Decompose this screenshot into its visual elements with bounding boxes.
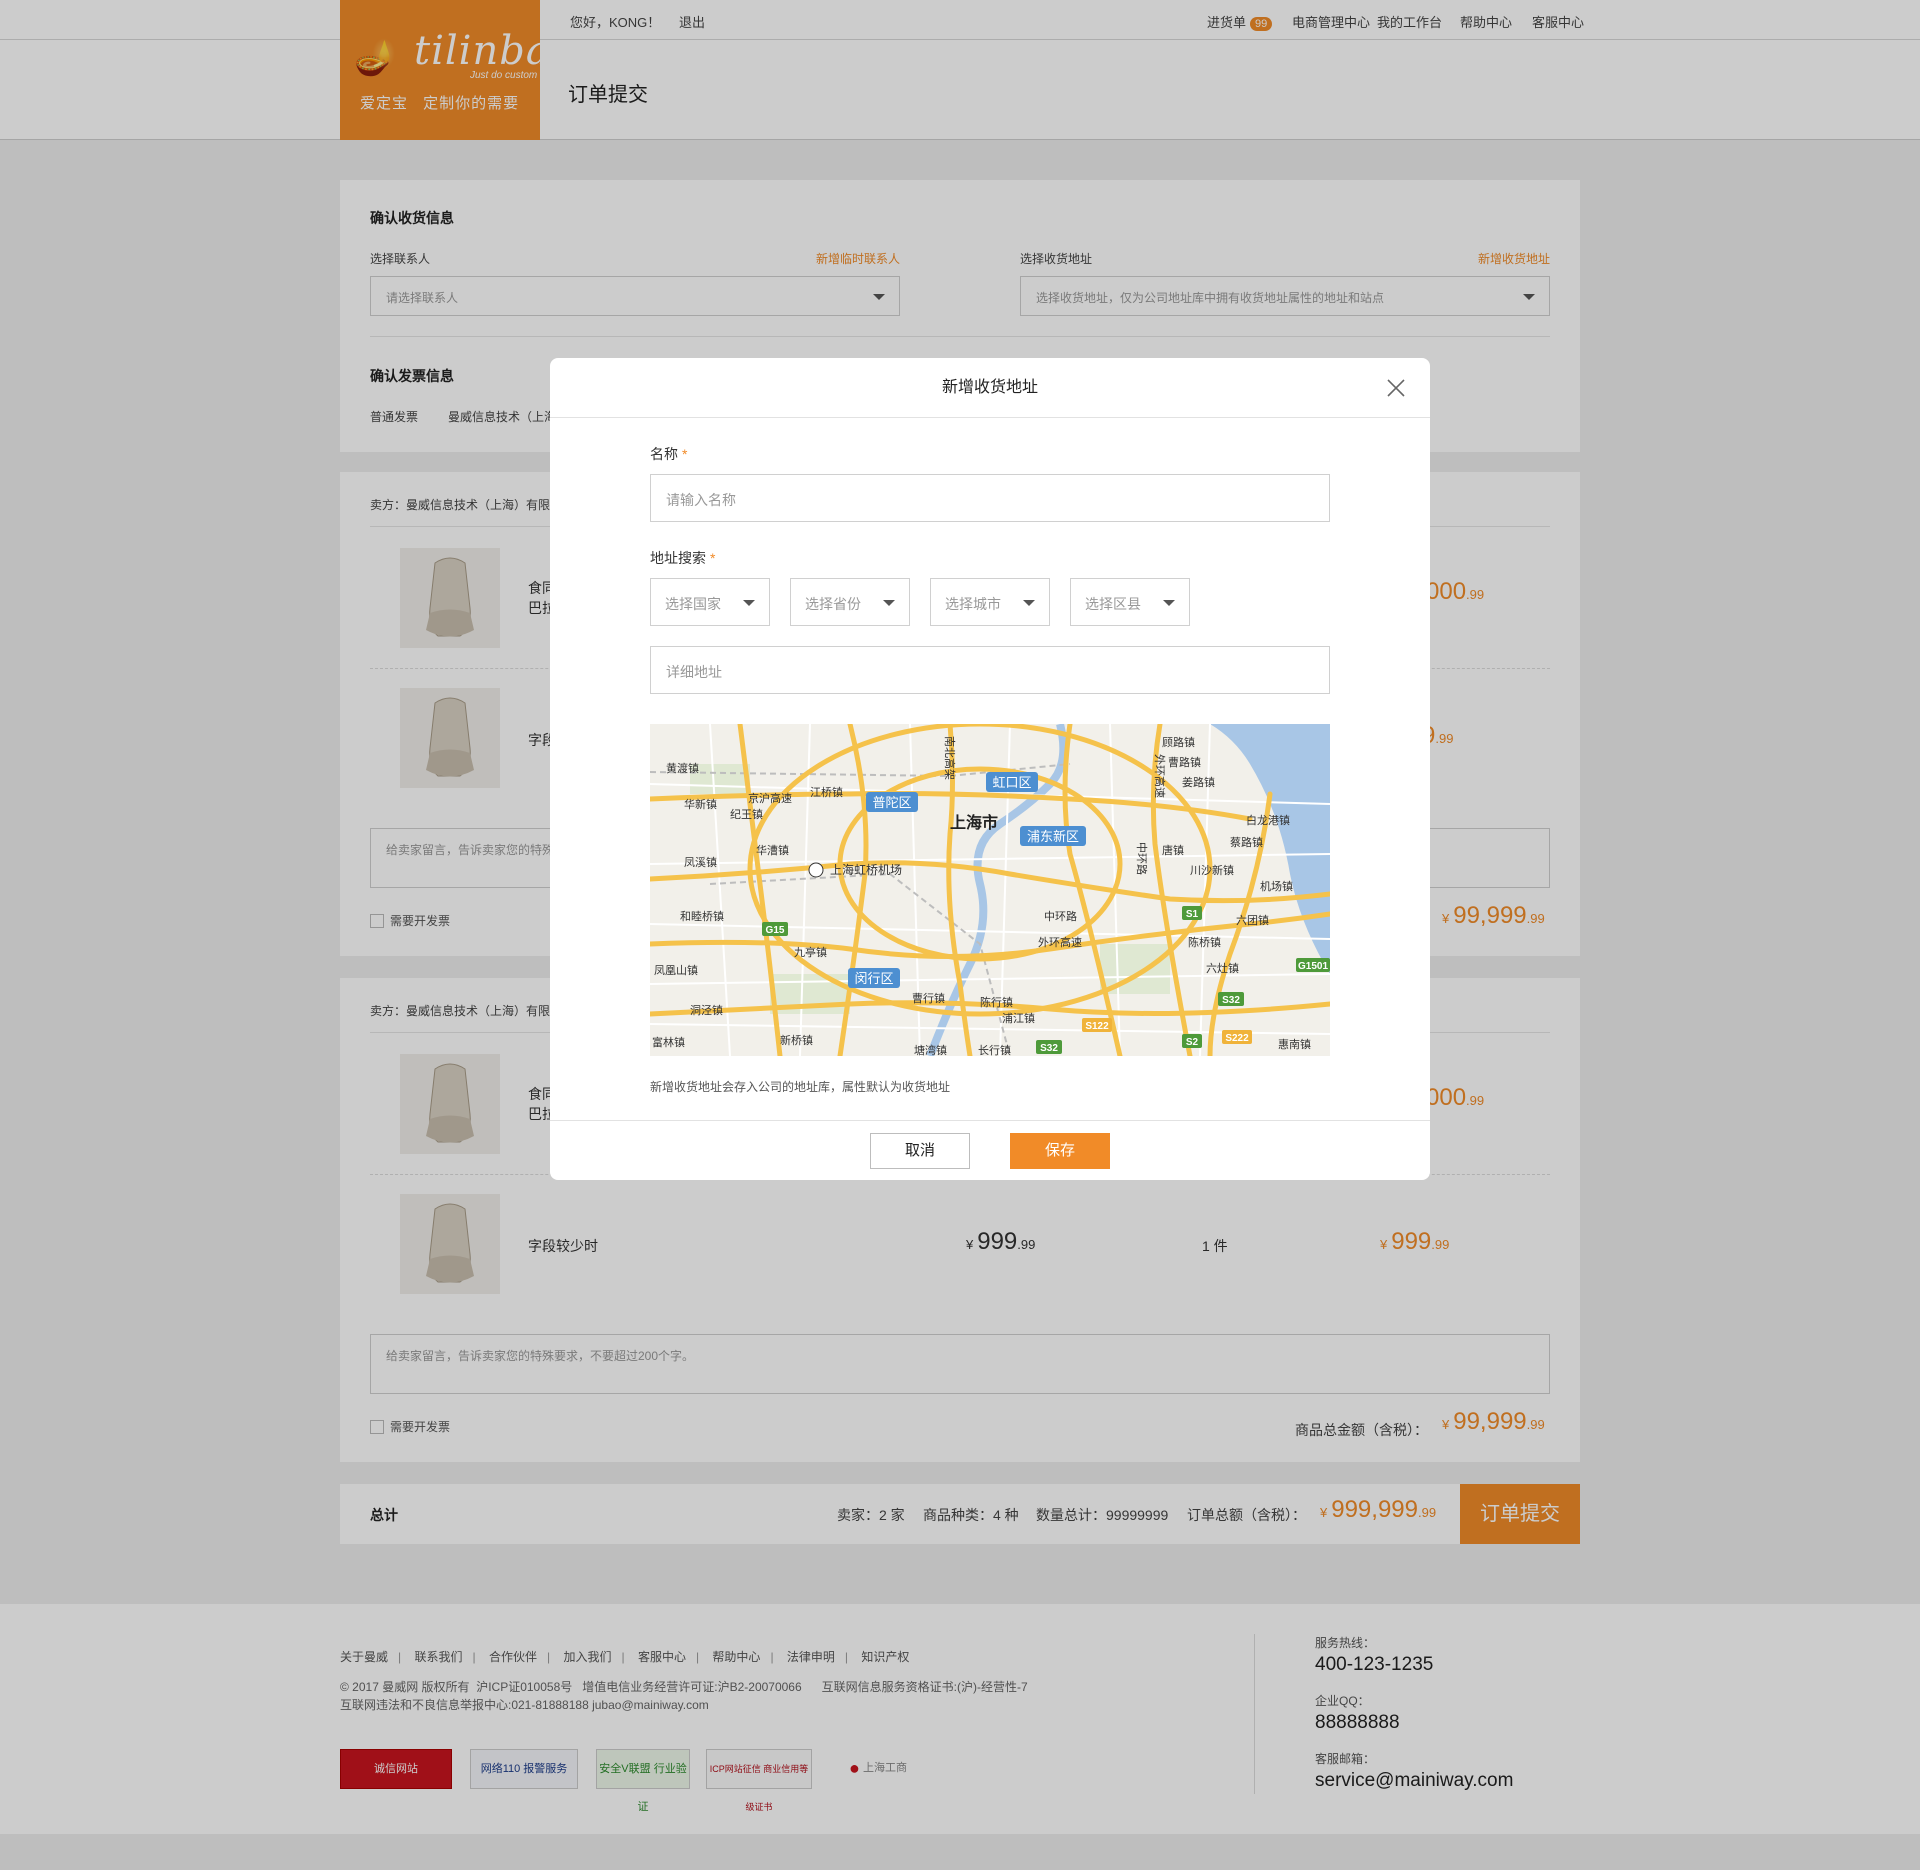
- map-road: 外环高速: [1038, 935, 1082, 949]
- map-shield: G1501: [1298, 961, 1328, 972]
- map-town: 黄渡镇: [666, 761, 699, 775]
- map-canvas[interactable]: 普陀区 虹口区 浦东新区 闵行区 上海市 上海虹桥机场 黄渡镇 华新镇 纪王镇 …: [650, 724, 1330, 1056]
- map-town: 川沙新镇: [1190, 863, 1234, 877]
- map-town: 富林镇: [652, 1035, 685, 1049]
- country-select[interactable]: 选择国家: [650, 578, 770, 626]
- map-town: 六灶镇: [1206, 961, 1239, 975]
- map-town: 六团镇: [1236, 913, 1269, 927]
- district-select[interactable]: 选择区县: [1070, 578, 1190, 626]
- map-district-hongkou: 虹口区: [992, 775, 1031, 790]
- add-address-modal: 新增收货地址 名称 * 请输入名称 地址搜索 * 选择国家 选择省份 选择城市 选择…: [550, 358, 1430, 1180]
- map-town: 陈桥镇: [1188, 935, 1221, 949]
- map-road: 中环路: [1135, 842, 1148, 875]
- chevron-down-icon: [1023, 600, 1035, 606]
- close-icon[interactable]: [1384, 376, 1408, 400]
- name-input[interactable]: 请输入名称: [650, 474, 1330, 522]
- map-town: 机场镇: [1260, 879, 1293, 893]
- city-placeholder: 选择城市: [945, 596, 1001, 612]
- detail-placeholder: 详细地址: [666, 664, 722, 680]
- map-note: 新增收货地址会存入公司的地址库，属性默认为收货地址: [650, 1080, 951, 1094]
- map-shield: S2: [1186, 1037, 1199, 1048]
- map-town: 华新镇: [684, 797, 717, 811]
- map-town: 顾路镇: [1162, 735, 1195, 749]
- city-select[interactable]: 选择城市: [930, 578, 1050, 626]
- map-airport: 上海虹桥机场: [830, 862, 902, 877]
- map-shield: S122: [1085, 1021, 1109, 1032]
- map-town: 陈行镇: [980, 995, 1013, 1009]
- map-town: 华漕镇: [756, 843, 789, 857]
- map-town: 曹路镇: [1168, 755, 1201, 769]
- map-shield: G15: [766, 925, 785, 936]
- map-town: 江桥镇: [810, 785, 843, 799]
- district-placeholder: 选择区县: [1085, 596, 1141, 612]
- map-road: 南北高架: [943, 736, 957, 780]
- map-district-minhang: 闵行区: [854, 971, 893, 986]
- map-town: 洞泾镇: [690, 1003, 723, 1017]
- map-town: 唐镇: [1162, 843, 1184, 857]
- map-district-putuo: 普陀区: [872, 795, 911, 810]
- address-search-label: 地址搜索 *: [650, 548, 715, 568]
- map-road: 京沪高速: [748, 791, 792, 805]
- cancel-button[interactable]: 取消: [870, 1133, 970, 1169]
- detail-address-input[interactable]: 详细地址: [650, 646, 1330, 694]
- map-shield: S222: [1225, 1033, 1249, 1044]
- map-town: 凤凰山镇: [654, 963, 698, 977]
- chevron-down-icon: [743, 600, 755, 606]
- map-town: 新桥镇: [780, 1033, 813, 1047]
- modal-title: 新增收货地址: [550, 358, 1430, 418]
- map-town: 曹行镇: [912, 991, 945, 1005]
- map-town: 浦江镇: [1002, 1011, 1035, 1025]
- province-select[interactable]: 选择省份: [790, 578, 910, 626]
- map-town: 白龙港镇: [1246, 813, 1290, 827]
- province-placeholder: 选择省份: [805, 596, 861, 612]
- map-town: 蔡路镇: [1230, 835, 1263, 849]
- map-shield: S32: [1222, 995, 1240, 1006]
- map-road: 中环路: [1044, 910, 1077, 923]
- address-search-label-text: 地址搜索: [650, 550, 706, 566]
- map-shield: S1: [1186, 909, 1199, 920]
- name-label: 名称 *: [650, 444, 687, 464]
- map-road: 外环高速: [1153, 754, 1167, 798]
- address-map[interactable]: 普陀区 虹口区 浦东新区 闵行区 上海市 上海虹桥机场 黄渡镇 华新镇 纪王镇 …: [650, 724, 1330, 1056]
- chevron-down-icon: [1163, 600, 1175, 606]
- map-town: 和睦桥镇: [680, 909, 724, 923]
- map-town: 纪王镇: [730, 807, 763, 821]
- map-district-pudong: 浦东新区: [1027, 829, 1079, 844]
- chevron-down-icon: [883, 600, 895, 606]
- required-mark: *: [710, 550, 716, 566]
- map-town: 凤溪镇: [684, 855, 717, 869]
- modal-footer-divider: [550, 1120, 1430, 1121]
- map-shield: S32: [1040, 1043, 1058, 1054]
- map-town: 姜路镇: [1182, 775, 1215, 789]
- name-label-text: 名称: [650, 446, 678, 462]
- save-button[interactable]: 保存: [1010, 1133, 1110, 1169]
- map-city-label: 上海市: [950, 813, 998, 832]
- required-mark: *: [682, 446, 688, 462]
- name-placeholder: 请输入名称: [666, 492, 736, 508]
- map-town: 塘湾镇: [914, 1043, 947, 1056]
- map-town: 惠南镇: [1278, 1037, 1311, 1051]
- country-placeholder: 选择国家: [665, 596, 721, 612]
- map-town: 九亭镇: [794, 945, 827, 959]
- map-town: 长行镇: [978, 1043, 1011, 1056]
